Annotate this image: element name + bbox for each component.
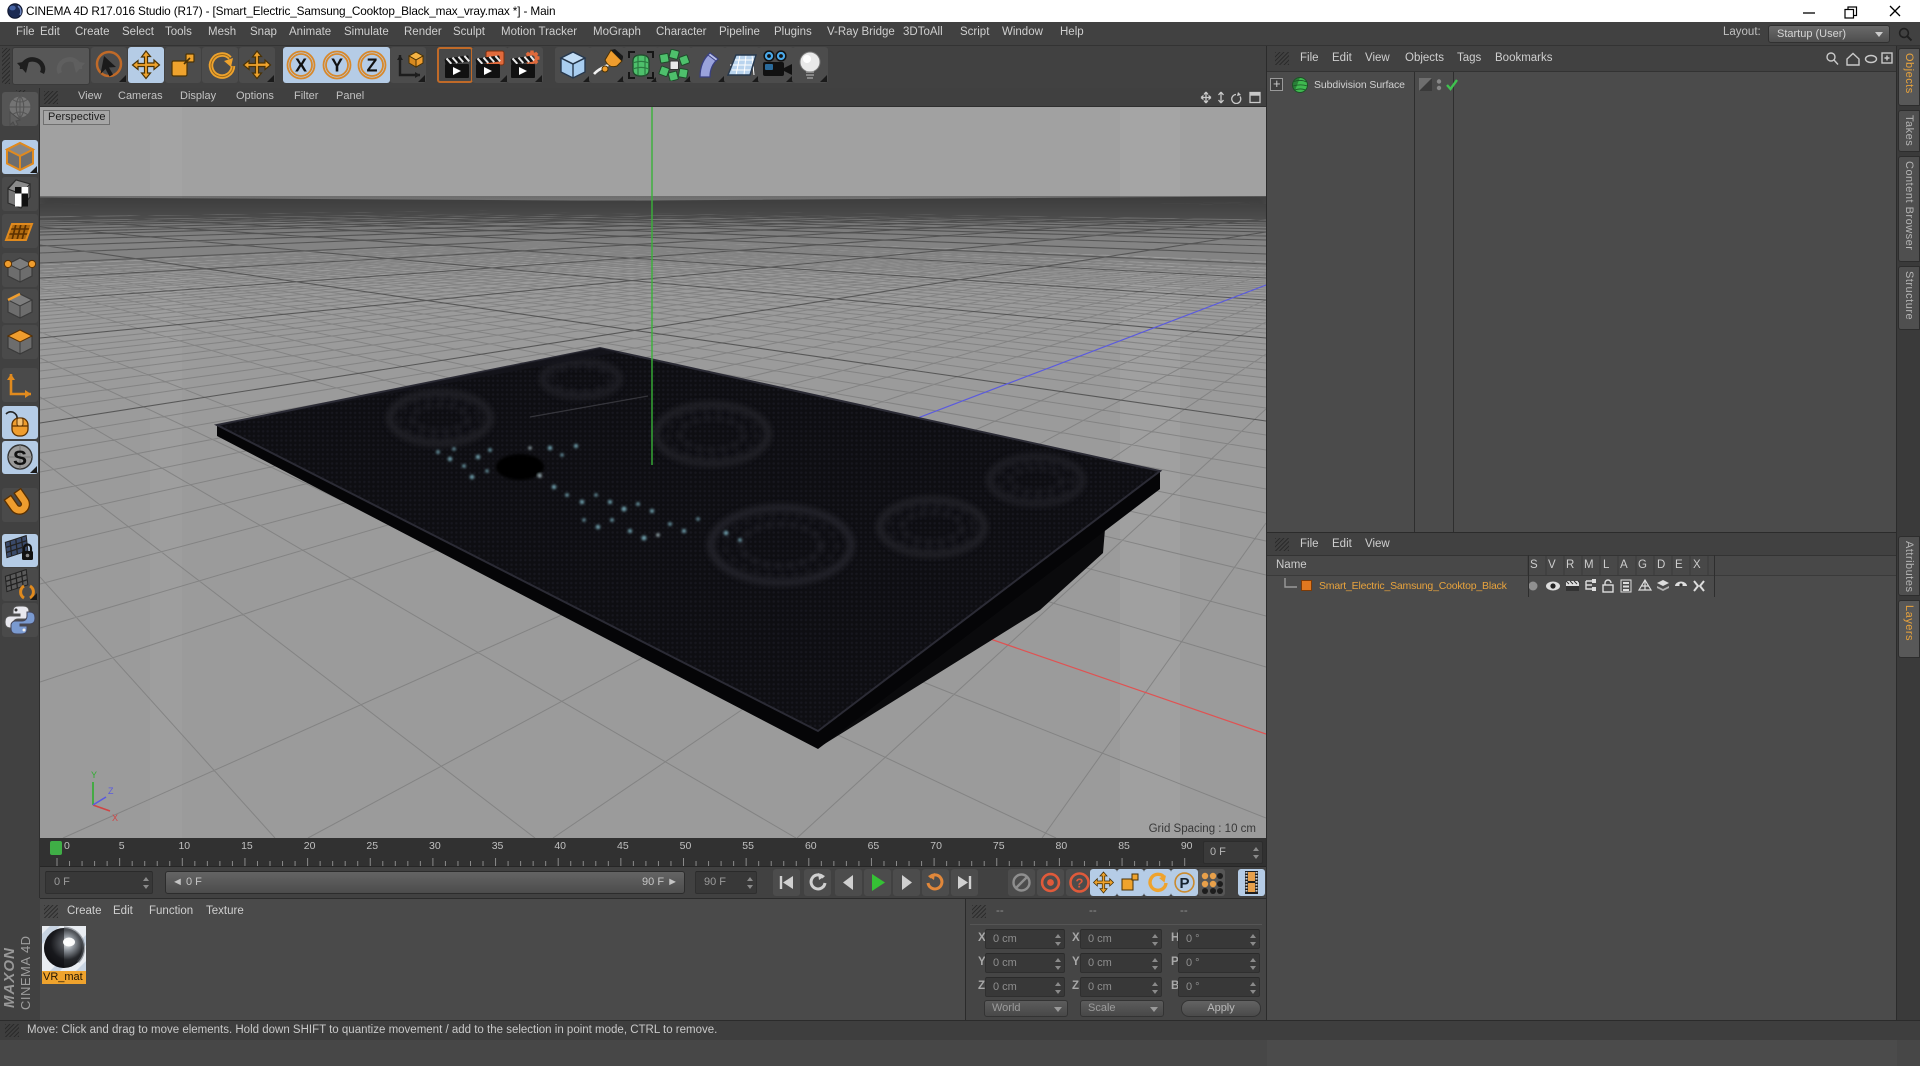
svg-text:Grid Spacing : 10 cm: Grid Spacing : 10 cm <box>1149 823 1256 835</box>
svg-text:X: X <box>295 56 307 76</box>
svg-text:P: P <box>1179 875 1189 892</box>
svg-text:Z: Z <box>367 56 378 76</box>
svg-text:Y: Y <box>91 770 97 780</box>
svg-text:X: X <box>112 813 118 823</box>
svg-text:Y: Y <box>331 56 343 76</box>
svg-text:?: ? <box>1076 876 1084 891</box>
svg-text:S: S <box>13 447 27 470</box>
svg-text:Z: Z <box>108 786 114 796</box>
